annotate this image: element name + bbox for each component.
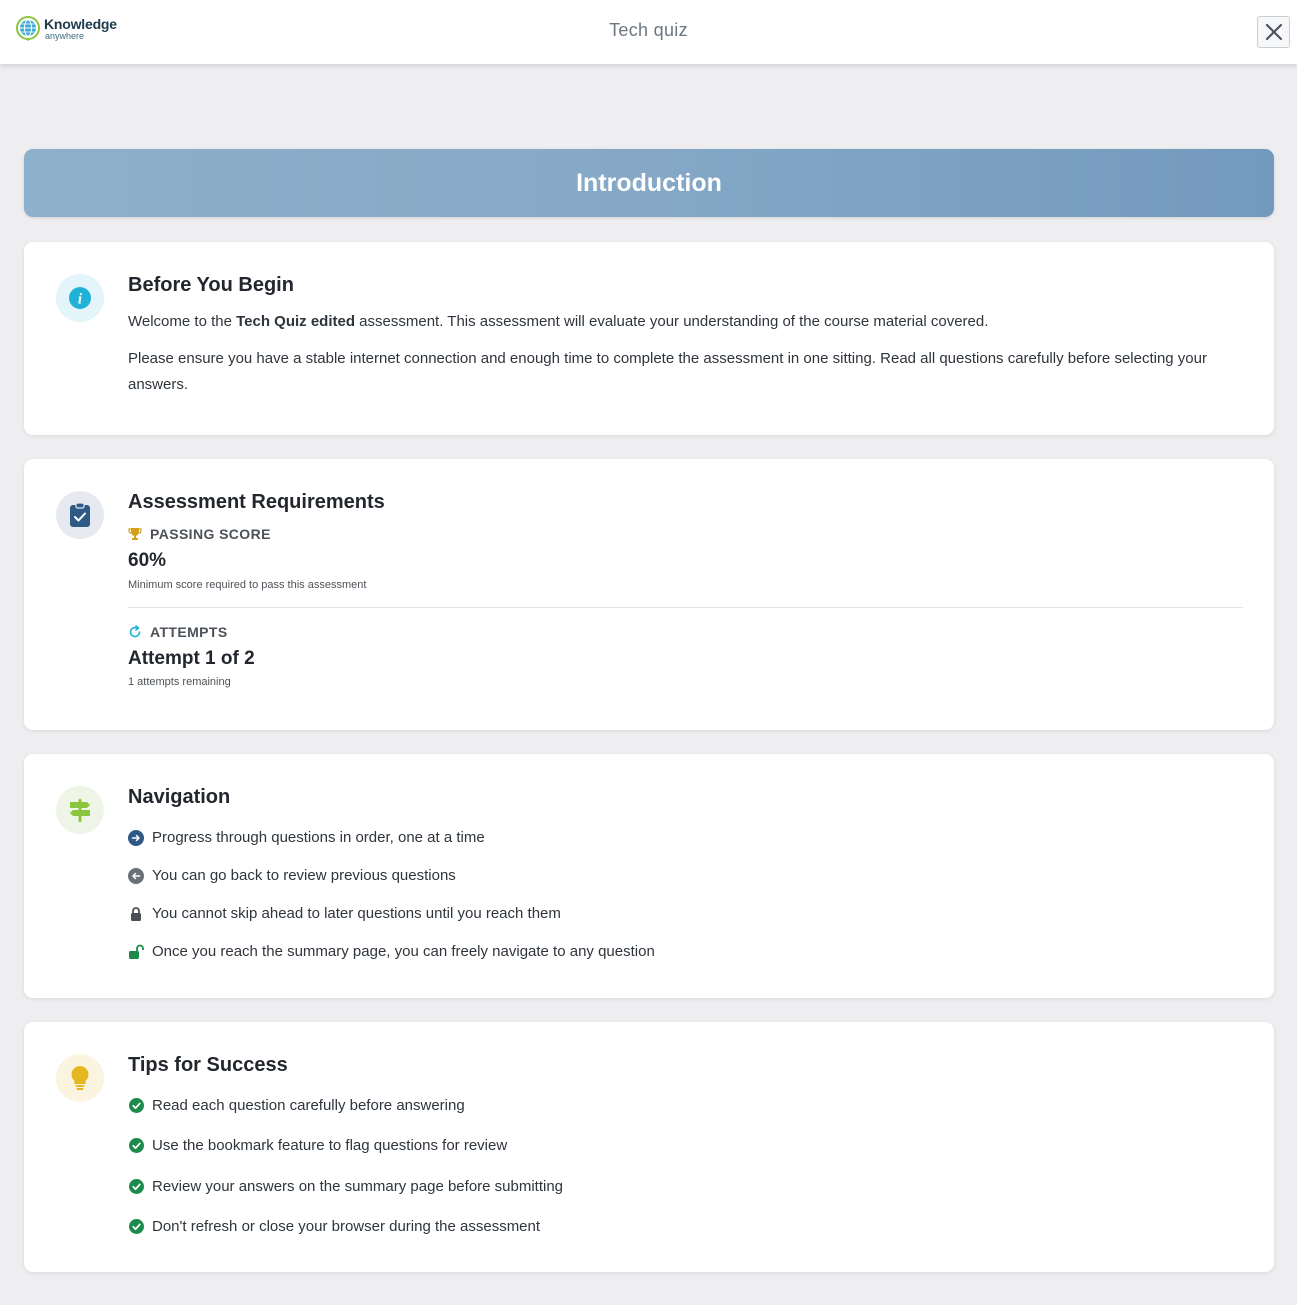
passing-score-note: Minimum score required to pass this asse… (128, 579, 367, 591)
card-title: Navigation (128, 786, 231, 808)
clipboard-check-icon (70, 502, 90, 527)
refresh-icon (129, 625, 141, 638)
list-item: Review your answers on the summary page … (128, 1178, 563, 1195)
card-title: Assessment Requirements (128, 491, 385, 513)
info-icon: i (69, 287, 91, 309)
passing-score-label-row: PASSING SCORE (128, 526, 1243, 542)
attempts-note: 1 attempts remaining (128, 676, 231, 688)
list-item-text: Read each question carefully before answ… (152, 1097, 465, 1114)
lightbulb-icon (71, 1066, 89, 1090)
banner-title: Introduction (576, 168, 722, 197)
instructions-paragraph: Please ensure you have a stable internet… (128, 350, 1207, 393)
card-title: Tips for Success (128, 1054, 288, 1076)
trophy-icon (128, 528, 142, 540)
list-item: Once you reach the summary page, you can… (128, 943, 655, 960)
list-item: Progress through questions in order, one… (128, 829, 485, 846)
welcome-paragraph: Welcome to the Tech Quiz edited assessme… (128, 309, 1243, 335)
close-icon (1265, 23, 1282, 41)
navigation-card: Navigation Progress through questions in… (24, 754, 1274, 998)
section-banner: Introduction (24, 149, 1274, 217)
passing-score-value: 60% (128, 550, 167, 571)
check-circle-icon (128, 1179, 144, 1194)
check-circle-icon (128, 1138, 144, 1153)
attempts-label-row: ATTEMPTS (128, 624, 1243, 640)
assessment-name: Tech Quiz edited (236, 313, 356, 330)
list-item: Don't refresh or close your browser duri… (128, 1218, 540, 1235)
info-icon-badge: i (56, 274, 104, 322)
check-circle-icon (128, 1098, 144, 1113)
arrow-left-circle-icon (128, 867, 144, 884)
clipboard-icon-badge (56, 491, 104, 539)
passing-score-label: PASSING SCORE (150, 526, 271, 542)
list-item: You can go back to review previous quest… (128, 867, 456, 884)
quiz-title: Tech quiz (609, 20, 688, 40)
divider (128, 607, 1243, 608)
welcome-suffix: assessment. This assessment will evaluat… (355, 313, 989, 330)
list-item: You cannot skip ahead to later questions… (128, 905, 561, 922)
list-item: Use the bookmark feature to flag questio… (128, 1137, 507, 1154)
attempts-value: Attempt 1 of 2 (128, 648, 255, 669)
lightbulb-icon-badge (56, 1054, 104, 1102)
assessment-requirements-card: Assessment Requirements PASSING SCORE 60… (24, 459, 1274, 730)
before-you-begin-card: i Before You Begin Welcome to the Tech Q… (24, 242, 1274, 435)
unlock-icon (129, 944, 144, 959)
close-button[interactable] (1257, 16, 1290, 48)
signpost-icon-badge (56, 786, 104, 834)
attempts-label: ATTEMPTS (150, 624, 228, 640)
welcome-prefix: Welcome to the (128, 313, 237, 330)
list-item: Read each question carefully before answ… (128, 1097, 465, 1114)
tips-for-success-card: Tips for Success Read each question care… (24, 1022, 1274, 1272)
top-bar: Knowledge anywhere Tech quiz (0, 0, 1297, 64)
list-item-text: You cannot skip ahead to later questions… (152, 905, 561, 922)
arrow-right-circle-icon (128, 829, 144, 846)
list-item-text: Use the bookmark feature to flag questio… (152, 1137, 508, 1154)
signpost-icon (70, 799, 90, 822)
list-item-text: Review your answers on the summary page … (152, 1178, 564, 1195)
list-item-text: Don't refresh or close your browser duri… (152, 1218, 541, 1235)
card-title: Before You Begin (128, 274, 294, 296)
list-item-text: You can go back to review previous quest… (152, 867, 456, 884)
list-item-text: Once you reach the summary page, you can… (152, 943, 655, 960)
lock-icon (131, 906, 141, 921)
check-circle-icon (128, 1219, 144, 1234)
list-item-text: Progress through questions in order, one… (152, 829, 485, 846)
